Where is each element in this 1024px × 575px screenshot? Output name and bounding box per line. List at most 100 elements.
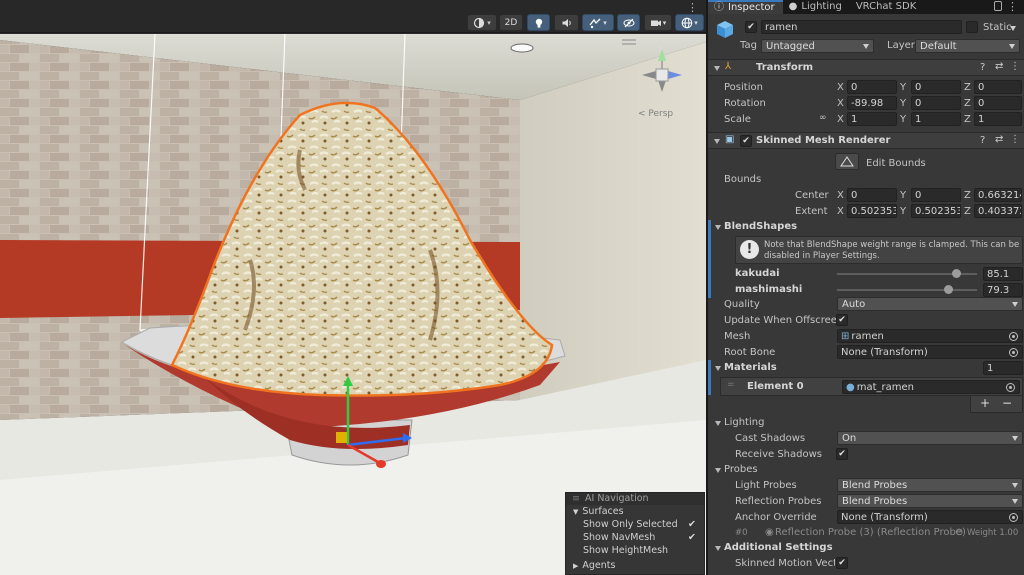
inspector-menu-icon[interactable]: ⋮ bbox=[1007, 0, 1018, 13]
static-checkbox[interactable] bbox=[966, 21, 978, 33]
slider-knob[interactable] bbox=[943, 285, 953, 294]
center-z-field[interactable]: 0.663214 bbox=[974, 188, 1022, 202]
receive-shadows-checkbox[interactable]: ✔ bbox=[836, 448, 848, 460]
axis-x-label[interactable]: X bbox=[837, 190, 844, 201]
scale-x-field[interactable]: 1 bbox=[847, 112, 897, 126]
skinned-motion-vectors-checkbox[interactable]: ✔ bbox=[836, 557, 848, 569]
axis-y-label[interactable]: Y bbox=[900, 206, 906, 217]
link-icon[interactable]: ∞ bbox=[819, 113, 827, 123]
scene-view[interactable]: ⋮ ▾ 2D ▾ ▾ ▾ y z < Persp ≡ AI Navigation… bbox=[0, 0, 706, 575]
tab-vrchat-sdk[interactable]: VRChat SDK bbox=[850, 0, 924, 14]
scale-z-field[interactable]: 1 bbox=[974, 112, 1022, 126]
skinned-mesh-renderer-header[interactable]: ▣ ✔ Skinned Mesh Renderer ? ⇄ ⋮ bbox=[708, 132, 1024, 149]
axis-x-label[interactable]: X bbox=[837, 114, 844, 125]
effects-button[interactable]: ▾ bbox=[582, 14, 614, 31]
2d-toggle-button[interactable]: 2D bbox=[499, 14, 523, 31]
fold-open-icon[interactable] bbox=[715, 468, 721, 473]
show-navmesh-row[interactable]: Show NavMesh ✔ bbox=[566, 531, 704, 544]
axis-y-label[interactable]: Y bbox=[900, 190, 906, 201]
materials-count-field[interactable]: 1 bbox=[983, 361, 1023, 375]
position-y-field[interactable]: 0 bbox=[911, 80, 961, 94]
edit-bounds-button[interactable] bbox=[835, 153, 859, 170]
transform-header[interactable]: ⅄ Transform ? ⇄ ⋮ bbox=[708, 59, 1024, 76]
rotation-y-field[interactable]: 0 bbox=[911, 96, 961, 110]
persp-label[interactable]: < Persp bbox=[638, 109, 673, 119]
scene-menu-icon[interactable]: ⋮ bbox=[687, 1, 698, 14]
center-x-field[interactable]: 0 bbox=[847, 188, 897, 202]
axis-y-label[interactable]: Y bbox=[900, 82, 906, 93]
gizmo-plane-handle[interactable] bbox=[336, 432, 347, 443]
tab-inspector[interactable]: ⓘ Inspector bbox=[708, 0, 783, 14]
check-icon[interactable]: ✔ bbox=[688, 518, 696, 531]
object-picker-icon[interactable] bbox=[1009, 513, 1018, 522]
help-icon[interactable]: ? bbox=[980, 62, 985, 73]
blendshapes-label[interactable]: BlendShapes bbox=[724, 221, 797, 232]
tag-dropdown[interactable]: Untagged bbox=[761, 39, 874, 53]
tab-lighting[interactable]: ● Lighting bbox=[783, 0, 850, 14]
shading-mode-button[interactable]: ▾ bbox=[467, 14, 497, 31]
axis-x-label[interactable]: X bbox=[837, 82, 844, 93]
blendshape-mashimashi-slider[interactable] bbox=[837, 289, 977, 291]
position-x-field[interactable]: 0 bbox=[847, 80, 897, 94]
axis-z-label[interactable]: Z bbox=[964, 206, 971, 217]
extent-x-field[interactable]: 0.502353 bbox=[847, 204, 897, 218]
add-element-button[interactable]: + bbox=[980, 396, 990, 410]
renderer-enabled-checkbox[interactable]: ✔ bbox=[740, 135, 752, 147]
axis-x-label[interactable]: X bbox=[837, 98, 844, 109]
surfaces-foldout[interactable]: ▼ Surfaces bbox=[566, 505, 704, 518]
show-only-selected-row[interactable]: Show Only Selected ✔ bbox=[566, 518, 704, 531]
help-icon[interactable]: ? bbox=[980, 135, 985, 146]
position-z-field[interactable]: 0 bbox=[974, 80, 1022, 94]
check-icon[interactable]: ✔ bbox=[688, 531, 696, 544]
materials-label[interactable]: Materials bbox=[724, 362, 777, 373]
lock-icon[interactable] bbox=[994, 1, 1002, 11]
axis-y-label[interactable]: Y bbox=[900, 114, 906, 125]
blendshape-mashimashi-field[interactable]: 79.3 bbox=[983, 283, 1023, 297]
blendshape-kakudai-field[interactable]: 85.1 bbox=[983, 267, 1023, 281]
lighting-section-label[interactable]: Lighting bbox=[724, 417, 764, 428]
material-field[interactable]: ● mat_ramen bbox=[842, 380, 1020, 394]
show-heightmesh-row[interactable]: Show HeightMesh bbox=[566, 544, 704, 557]
ai-navigation-header[interactable]: ≡ AI Navigation bbox=[566, 493, 704, 505]
object-name-field[interactable]: ramen bbox=[761, 20, 962, 34]
fold-open-icon[interactable] bbox=[715, 366, 721, 371]
component-menu-icon[interactable]: ⋮ bbox=[1010, 134, 1020, 145]
fold-open-icon[interactable] bbox=[715, 225, 721, 230]
hidden-objects-button[interactable] bbox=[617, 14, 640, 31]
light-probes-dropdown[interactable]: Blend Probes bbox=[837, 478, 1023, 492]
x-axis-arrow[interactable] bbox=[376, 460, 386, 468]
cast-shadows-dropdown[interactable]: On bbox=[837, 431, 1023, 445]
mesh-field[interactable]: ⊞ ramen bbox=[837, 329, 1023, 343]
axis-z-label[interactable]: Z bbox=[964, 190, 971, 201]
preset-icon[interactable]: ⇄ bbox=[995, 134, 1003, 145]
axis-y-label[interactable]: Y bbox=[900, 98, 906, 109]
extent-y-field[interactable]: 0.502353 bbox=[911, 204, 961, 218]
camera-settings-button[interactable]: ▾ bbox=[644, 14, 672, 31]
axis-z-label[interactable]: Z bbox=[964, 114, 971, 125]
additional-settings-label[interactable]: Additional Settings bbox=[724, 542, 833, 553]
audio-toggle-button[interactable] bbox=[554, 14, 579, 31]
scale-y-field[interactable]: 1 bbox=[911, 112, 961, 126]
anchor-override-field[interactable]: None (Transform) bbox=[837, 510, 1023, 524]
preset-icon[interactable]: ⇄ bbox=[995, 61, 1003, 72]
component-menu-icon[interactable]: ⋮ bbox=[1010, 61, 1020, 72]
remove-element-button[interactable]: − bbox=[1002, 396, 1012, 410]
object-picker-icon[interactable] bbox=[1009, 348, 1018, 357]
active-checkbox[interactable]: ✔ bbox=[745, 21, 757, 33]
axis-z-label[interactable]: Z bbox=[964, 82, 971, 93]
static-dropdown-arrow-icon[interactable] bbox=[1010, 26, 1016, 31]
update-offscreen-checkbox[interactable]: ✔ bbox=[836, 314, 848, 326]
drag-handle-icon[interactable]: ≡ bbox=[572, 493, 582, 505]
root-bone-field[interactable]: None (Transform) bbox=[837, 345, 1023, 359]
fold-open-icon[interactable] bbox=[715, 421, 721, 426]
agents-foldout[interactable]: ▶ Agents bbox=[566, 559, 704, 572]
rotation-z-field[interactable]: 0 bbox=[974, 96, 1022, 110]
extent-z-field[interactable]: 0.403372 bbox=[974, 204, 1022, 218]
object-picker-icon[interactable] bbox=[1006, 383, 1015, 392]
material-element-row[interactable]: = Element 0 ● mat_ramen bbox=[720, 377, 1023, 396]
axis-x-label[interactable]: X bbox=[837, 206, 844, 217]
axis-z-label[interactable]: Z bbox=[964, 98, 971, 109]
quality-dropdown[interactable]: Auto bbox=[837, 297, 1023, 311]
object-picker-icon[interactable] bbox=[1009, 332, 1018, 341]
gizmos-button[interactable]: ▾ bbox=[675, 14, 704, 31]
